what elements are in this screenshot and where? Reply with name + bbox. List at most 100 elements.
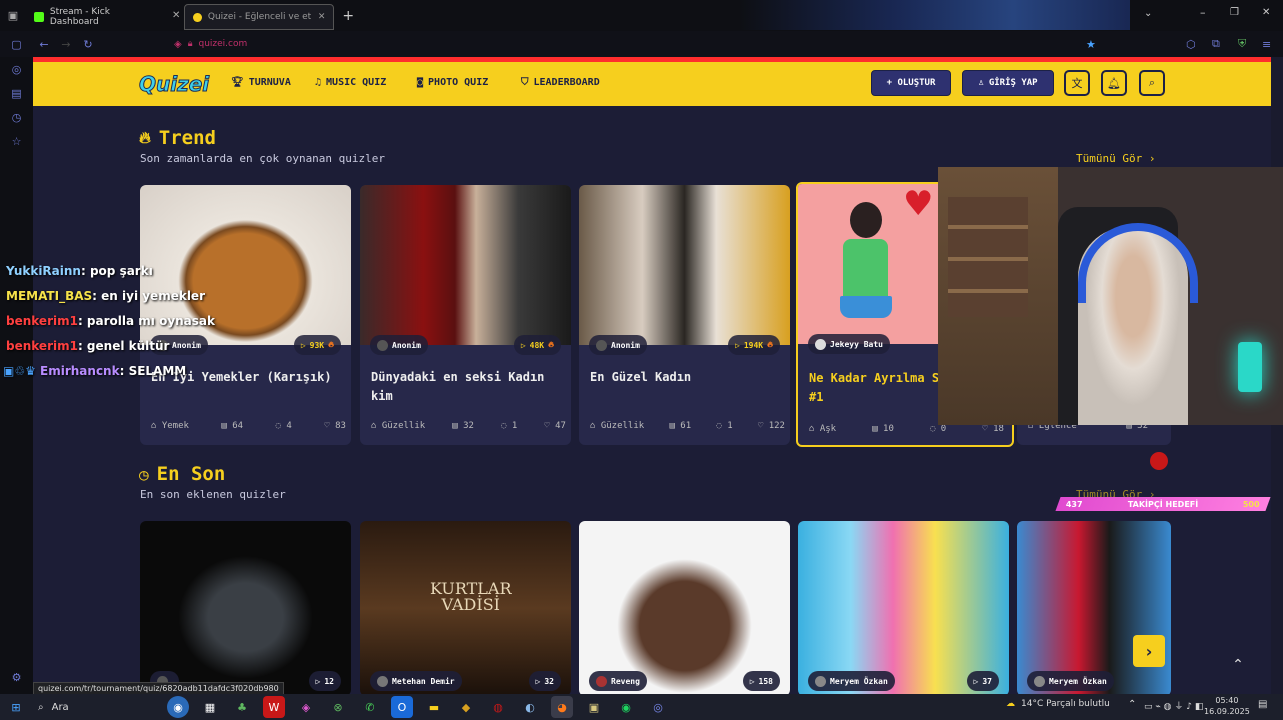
trend-see-all-link[interactable]: Tümünü Gör › — [1076, 152, 1155, 165]
login-button[interactable]: ♙ GİRİŞ YAP — [962, 70, 1054, 96]
bookmark-star-icon[interactable]: ★ — [1086, 38, 1096, 51]
chat-username: YukkiRainn — [6, 264, 81, 278]
clock-icon: ◷ — [139, 464, 149, 484]
latest-subtitle: En son eklenen quizler — [140, 488, 286, 501]
notifications-button[interactable]: 🔔︎ — [1101, 70, 1127, 96]
sidebar-item-icon[interactable]: ▤ — [0, 81, 33, 105]
tray-icons[interactable]: ▭ ⌁ ◍ ⏚ ♪ ◧ — [1144, 699, 1203, 712]
steam-icon[interactable]: ◐ — [519, 696, 541, 718]
tab-kick-dashboard[interactable]: Stream - Kick Dashboard — [26, 4, 168, 30]
back-icon[interactable]: ← — [33, 38, 55, 51]
play-icon: ▷ — [300, 340, 306, 350]
app-icon[interactable]: ◆ — [455, 696, 477, 718]
close-window-icon[interactable]: ✕ — [1262, 7, 1270, 18]
history-icon[interactable]: ◷ — [0, 105, 33, 129]
chevron-down-icon[interactable]: ⌄ — [1144, 8, 1152, 19]
play-count: 12 — [324, 676, 334, 686]
trend-title: 🔥︎ Trend — [139, 127, 216, 149]
extension-icon[interactable]: ⧉ — [1212, 37, 1220, 51]
scroll-top-button[interactable]: ⌃ — [1226, 653, 1250, 677]
avatar — [596, 675, 607, 687]
comment-count: ◌ 0 — [929, 424, 947, 434]
quiz-card[interactable]: Meryem Özkan ▷ 37 — [798, 521, 1009, 694]
tray-chevron-icon[interactable]: ⌃ — [1128, 699, 1136, 710]
weather-text: 14°C Parçalı bulutlu — [1021, 699, 1110, 709]
nav-tournament[interactable]: 🏆︎ TURNUVA — [231, 77, 291, 88]
shield-icon: ◈ — [174, 38, 182, 50]
reload-icon[interactable]: ↻ — [77, 38, 99, 51]
card-meta: ⌂ Yemek ▤ 64 ◌ 4 ♡ 83 — [151, 421, 346, 431]
discord-icon[interactable]: ◎ — [647, 696, 669, 718]
folder-icon[interactable]: ▬ — [423, 696, 445, 718]
url-field[interactable]: quizei.com — [199, 39, 248, 49]
app-icon[interactable]: ◈ — [295, 696, 317, 718]
favorites-icon[interactable]: ☆ — [0, 129, 33, 153]
extension-icon[interactable]: ⬡ — [1186, 38, 1196, 51]
close-icon[interactable]: ✕ — [318, 12, 326, 22]
minimize-icon[interactable]: – — [1200, 6, 1206, 19]
quiz-card[interactable]: ▷ 12 — [140, 521, 351, 694]
nav-photo-quiz[interactable]: ◙ PHOTO QUIZ — [417, 77, 488, 88]
quiz-card[interactable]: Anonim ▷ 48K 🔥︎ Dünyadaki en seksi Kadın k… — [360, 185, 571, 445]
notification-icon[interactable]: ▤ — [1258, 699, 1267, 710]
clock[interactable]: 05:40 16.09.2025 — [1204, 695, 1250, 717]
goal-label: TAKİPÇİ HEDEFİ — [1127, 499, 1199, 509]
search-button[interactable]: ⌕ — [1139, 70, 1165, 96]
plays-chip: ▷ 158 — [742, 671, 780, 691]
task-view-icon[interactable]: ▦ — [199, 696, 221, 718]
question-count-value: 32 — [463, 421, 474, 431]
taskbar-search[interactable]: ⌕ Ara — [32, 696, 162, 718]
windows-start-icon[interactable]: ⊞ — [5, 696, 27, 718]
sidebar-item-icon[interactable]: ◎ — [0, 57, 33, 81]
play-count: 48K — [529, 340, 545, 350]
globe-widget-icon[interactable]: ◉ — [167, 696, 189, 718]
whatsapp-icon[interactable]: ✆ — [359, 696, 381, 718]
app-icon[interactable]: ▣ — [583, 696, 605, 718]
maximize-icon[interactable]: ❐ — [1230, 7, 1239, 18]
nav-leaderboard[interactable]: ⛉ LEADERBOARD — [521, 77, 600, 88]
app-icon[interactable]: ◍ — [487, 696, 509, 718]
create-button[interactable]: + OLUŞTUR — [871, 70, 951, 96]
site-logo[interactable]: Quizei — [138, 72, 209, 97]
tab-quizei[interactable]: Quizei - Eğlenceli ve etkileşimli ✕ — [184, 4, 335, 30]
comment-count-value: 0 — [940, 424, 947, 434]
close-icon[interactable]: ✕ — [172, 10, 180, 21]
category-label: Aşk — [819, 424, 837, 434]
settings-icon[interactable]: ⚙ — [0, 665, 33, 689]
outlook-icon[interactable]: O — [391, 696, 413, 718]
forward-icon[interactable]: → — [55, 38, 77, 51]
new-tab-icon[interactable]: + — [342, 8, 354, 24]
quizei-favicon-icon — [193, 12, 202, 22]
poster-text: KURTLAR VADİSİ — [430, 579, 512, 614]
avatar — [815, 675, 826, 687]
weather-widget[interactable]: ☁ 14°C Parçalı bulutlu — [1006, 699, 1110, 709]
chat-username: benkerim1 — [6, 314, 78, 328]
app-icon[interactable]: ♣ — [231, 696, 253, 718]
chat-text: : en iyi yemekler — [92, 289, 205, 303]
chat-message: benkerim1: parolla mı oynasak — [6, 314, 215, 328]
play-icon: ▷ — [749, 676, 755, 686]
question-count-value: 61 — [680, 421, 692, 431]
app-icon[interactable]: W — [263, 696, 285, 718]
xbox-icon[interactable]: ⊗ — [327, 696, 349, 718]
broken-heart-icon: ♥ — [903, 184, 934, 224]
firefox-icon[interactable]: ◕ — [551, 696, 573, 718]
nav-music-quiz[interactable]: ♫ MUSIC QUIZ — [315, 77, 386, 88]
quiz-card[interactable]: KURTLAR VADİSİ Metehan Demir ▷ 32 — [360, 521, 571, 694]
tab-menu-icon[interactable]: ▣ — [0, 9, 26, 22]
spotify-icon[interactable]: ◉ — [615, 696, 637, 718]
author-name: Meryem Özkan — [1049, 676, 1107, 686]
search-label: Ara — [51, 701, 69, 713]
bell-icon: 🔔︎ — [1107, 76, 1121, 90]
quiz-card[interactable]: Reveng ▷ 158 — [579, 521, 790, 694]
card-meta: ⌂ Aşk ▤ 10 ◌ 0 ♡ 18 — [809, 424, 1004, 434]
language-button[interactable]: 文 — [1064, 70, 1090, 96]
like-count-value: 83 — [335, 421, 346, 431]
profile-shield-icon[interactable]: ⛨ — [1238, 37, 1246, 51]
menu-icon[interactable]: ≡ — [1262, 38, 1271, 51]
carousel-next-button[interactable]: › — [1133, 635, 1165, 667]
author-chip: Metehan Demir — [370, 671, 462, 691]
sidebar-toggle-icon[interactable]: ▢ — [0, 38, 33, 51]
quiz-card[interactable]: Anonim ▷ 194K 🔥︎ En Güzel Kadın ⌂ Güzellik… — [579, 185, 790, 445]
quiz-card[interactable]: Meryem Özkan › — [1017, 521, 1171, 694]
